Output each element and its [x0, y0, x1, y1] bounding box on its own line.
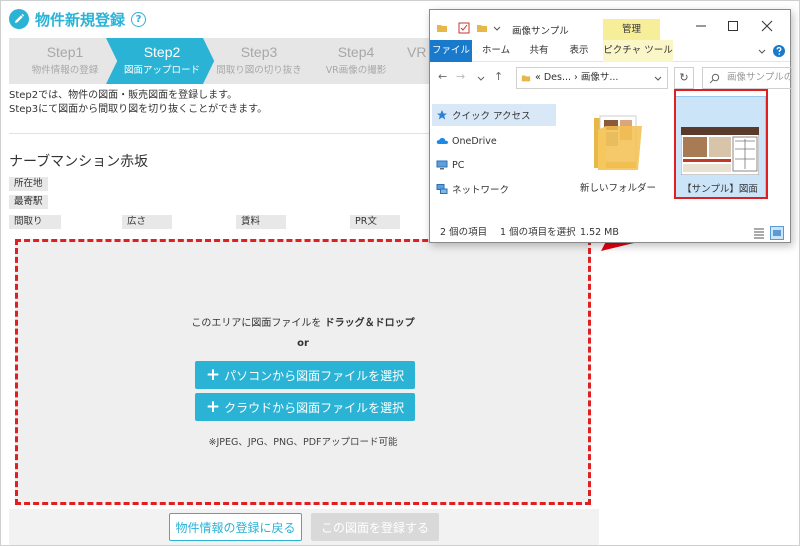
details-view-icon[interactable]	[752, 226, 766, 240]
station-label: 最寄駅	[9, 195, 48, 209]
nav-network[interactable]: ネットワーク	[432, 178, 556, 200]
nav-pc[interactable]: PC	[432, 154, 556, 176]
recent-chevron-icon[interactable]	[476, 74, 486, 84]
dropzone-instruction: このエリアに図面ファイルを ドラッグ＆ドロップ	[191, 318, 415, 329]
step-description: Step2では、物件の図面・販売図面を登録します。 Step3にて図面から間取り…	[9, 90, 268, 115]
maximize-icon[interactable]	[726, 19, 740, 33]
folder-icon	[437, 25, 447, 32]
step-1: Step1 物件情報の登録	[9, 38, 121, 84]
chevron-down-icon[interactable]	[492, 22, 502, 34]
plus-icon: +	[205, 396, 221, 417]
tab-home[interactable]: ホーム	[478, 40, 514, 62]
page-header: 物件新規登録 ?	[9, 6, 147, 32]
ribbon-tabs: ファイル ホーム 共有 表示 ピクチャ ツール	[430, 40, 790, 62]
address-row: ← → ↑ « Des... › 画像サ... ↻ 画像サンプルの検索	[430, 62, 792, 92]
file-dropzone[interactable]: このエリアに図面ファイルを ドラッグ＆ドロップ or + パソコンから図面ファイ…	[15, 239, 591, 505]
back-arrow-icon[interactable]: ←	[438, 70, 447, 83]
rent-label: 賃料	[236, 215, 286, 229]
step-2: Step2 図面アップロード	[106, 38, 218, 84]
cloud-icon	[436, 137, 448, 144]
large-icons-view-icon[interactable]	[770, 226, 784, 240]
property-name: ナーブマンション赤坂	[9, 154, 149, 170]
star-icon	[437, 110, 447, 120]
page-title: 物件新規登録	[35, 10, 126, 29]
explorer-titlebar: 画像サンプル 管理	[430, 10, 790, 40]
computer-icon	[436, 160, 448, 170]
up-arrow-icon[interactable]: ↑	[494, 70, 503, 83]
nav-onedrive[interactable]: OneDrive	[432, 130, 556, 152]
dropzone-or: or	[297, 338, 309, 349]
selected-file-highlight	[674, 89, 768, 199]
help-icon[interactable]: ?	[131, 11, 147, 27]
help-icon[interactable]	[772, 44, 786, 58]
back-to-property-button[interactable]: 物件情報の登録に戻る	[169, 513, 302, 541]
refresh-button[interactable]: ↻	[674, 67, 694, 89]
status-bar: 2 個の項目 1 個の項目を選択 1.52 MB	[440, 227, 619, 238]
address-bar[interactable]: « Des... › 画像サ...	[516, 67, 668, 89]
step-4: Step4 VR画像の撮影	[300, 38, 412, 84]
select-from-cloud-button[interactable]: + クラウドから図面ファイルを選択	[195, 393, 415, 421]
area-label: 広さ	[122, 215, 172, 229]
folder-icon	[521, 75, 531, 82]
search-input[interactable]: 画像サンプルの検索	[702, 67, 792, 89]
close-icon[interactable]	[760, 19, 774, 33]
file-type-note: ※JPEG、JPG、PNG、PDFアップロード可能	[208, 437, 398, 448]
pr-label: PR文	[350, 215, 400, 229]
step-3: Step3 間取り図の切り抜き	[203, 38, 315, 84]
explorer-title: 画像サンプル	[512, 26, 569, 37]
file-item-new-folder[interactable]: 新しいフォルダー	[572, 96, 664, 198]
forward-arrow-icon[interactable]: →	[456, 70, 465, 83]
tab-picture-tools[interactable]: ピクチャ ツール	[603, 40, 673, 62]
layout-label: 間取り	[9, 215, 61, 229]
plus-icon: +	[205, 364, 221, 385]
minimize-icon[interactable]	[694, 19, 708, 33]
tab-file[interactable]: ファイル	[430, 40, 472, 62]
search-icon	[709, 73, 720, 84]
properties-icon[interactable]	[458, 22, 470, 34]
app-frame: 物件新規登録 ? Step1 物件情報の登録 Step2 図面アップロード St…	[0, 0, 800, 546]
ribbon-expand-icon[interactable]	[756, 45, 768, 57]
navigation-pane: クイック アクセス OneDrive PC ネットワーク	[430, 92, 560, 222]
register-drawing-button[interactable]: この図面を登録する	[311, 513, 439, 541]
select-from-pc-button[interactable]: + パソコンから図面ファイルを選択	[195, 361, 415, 389]
pencil-icon	[9, 9, 29, 29]
address-dropdown-icon[interactable]	[653, 74, 663, 84]
manage-tab[interactable]: 管理	[603, 19, 660, 40]
bottom-bar	[9, 509, 599, 545]
nav-quick-access[interactable]: クイック アクセス	[432, 104, 556, 126]
tab-share[interactable]: 共有	[524, 40, 554, 62]
address-label: 所在地	[9, 177, 48, 191]
folder-icon	[594, 115, 642, 170]
new-folder-icon[interactable]	[476, 22, 488, 34]
tab-view[interactable]: 表示	[564, 40, 594, 62]
network-icon	[436, 184, 448, 194]
